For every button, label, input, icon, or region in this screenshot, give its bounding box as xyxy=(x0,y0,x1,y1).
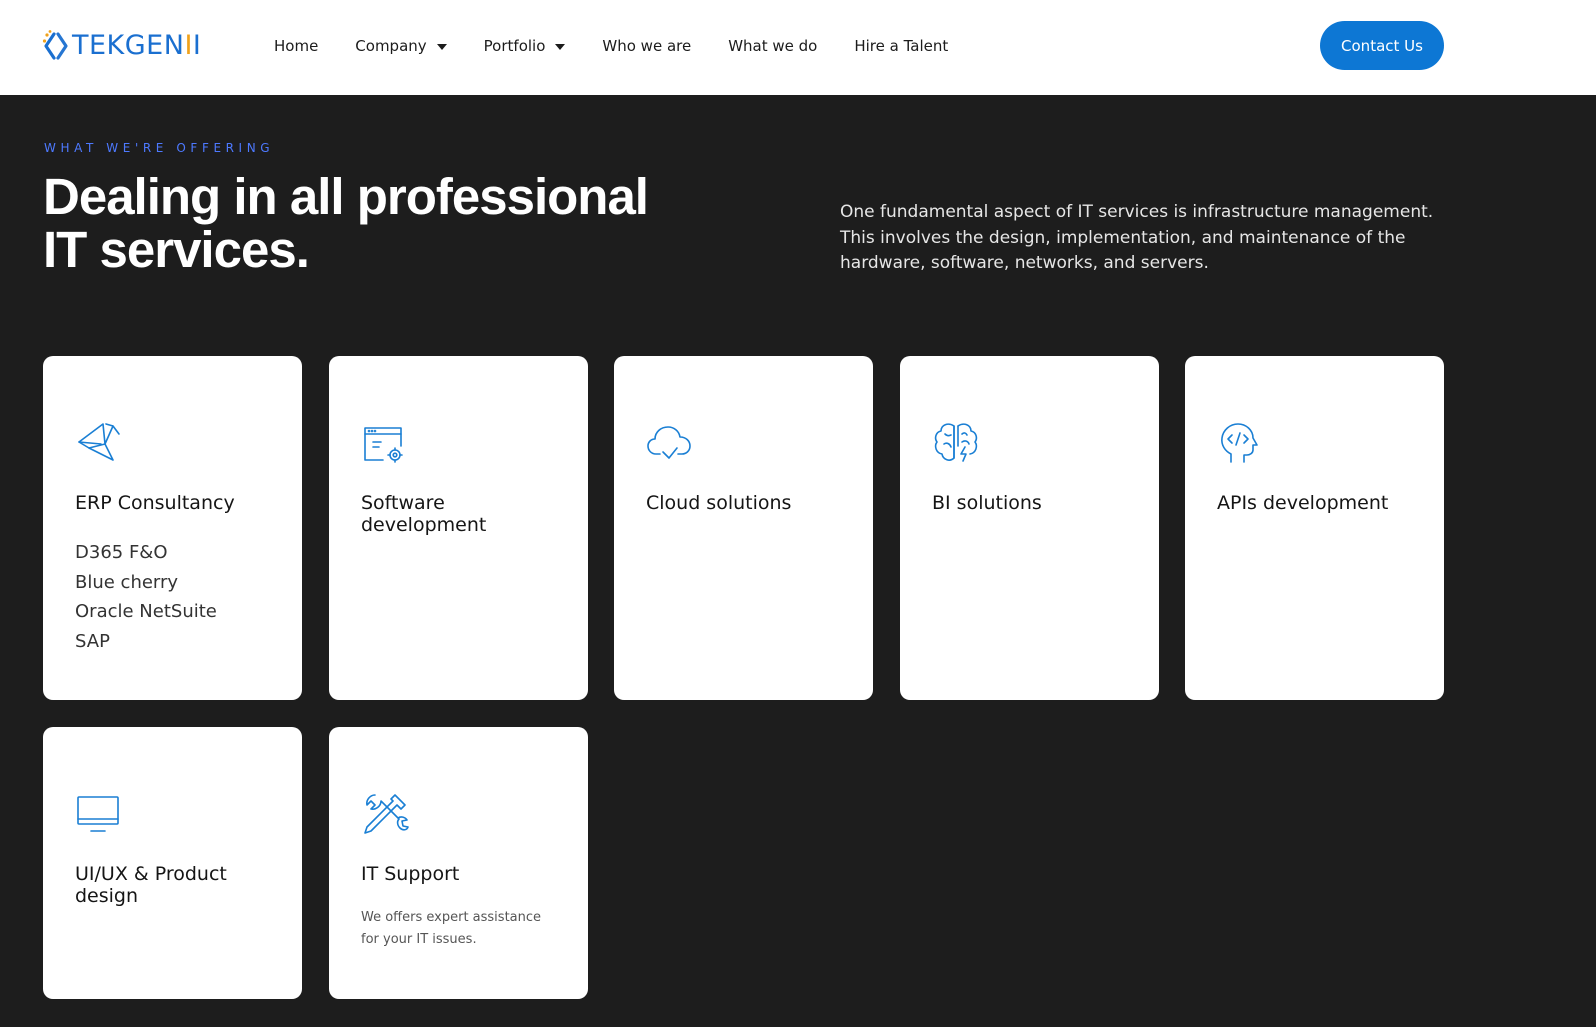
main-nav: Home Company Portfolio Who we are What w… xyxy=(274,34,985,58)
card-title: BI solutions xyxy=(932,492,1042,514)
top-navigation-bar: TEKGENII Home Company Portfolio Who we a… xyxy=(0,0,1596,95)
card-title: UI/UX & Product design xyxy=(75,863,227,907)
tekgenii-logo[interactable]: TEKGENII xyxy=(42,26,201,66)
service-card-bi-solutions[interactable]: BI solutions xyxy=(900,356,1159,700)
contact-us-button[interactable]: Contact Us xyxy=(1320,21,1444,70)
list-item: SAP xyxy=(75,630,110,652)
browser-gear-icon xyxy=(361,420,409,466)
list-item: D365 F&O xyxy=(75,542,168,563)
nav-hire-a-talent[interactable]: Hire a Talent xyxy=(854,34,948,58)
list-item: Blue cherry xyxy=(75,571,179,593)
erp-network-icon xyxy=(75,420,123,466)
nav-company-dropdown[interactable]: Company xyxy=(355,34,447,58)
nav-who-we-are[interactable]: Who we are xyxy=(602,34,691,58)
card-title: Cloud solutions xyxy=(646,492,792,514)
brain-bolt-icon xyxy=(932,420,980,466)
head-code-icon xyxy=(1217,420,1265,466)
service-card-software-development[interactable]: Software development xyxy=(329,356,588,700)
card-description: We offers expert assistance for your IT … xyxy=(361,910,542,947)
monitor-icon xyxy=(75,791,123,837)
logo-wordmark: TEKGENII xyxy=(72,30,202,61)
nav-what-we-do[interactable]: What we do xyxy=(728,34,817,58)
card-title: ERP Consultancy xyxy=(75,492,235,514)
caret-down-icon xyxy=(436,43,447,50)
card-title: IT Support xyxy=(361,863,460,885)
caret-down-icon xyxy=(555,43,566,50)
service-card-ui-ux-product-design[interactable]: UI/UX & Product design xyxy=(43,727,302,999)
card-title: Software development xyxy=(361,492,487,536)
nav-home[interactable]: Home xyxy=(274,34,318,58)
section-intro: One fundamental aspect of IT services is… xyxy=(840,202,1434,273)
section-headline: Dealing in all professional IT services. xyxy=(43,168,649,278)
service-card-erp-consultancy[interactable]: ERP Consultancy D365 F&O Blue cherry Ora… xyxy=(43,356,302,700)
logo-mark-icon xyxy=(42,30,68,60)
list-item: Oracle NetSuite xyxy=(75,601,217,622)
tools-icon xyxy=(361,791,409,837)
nav-portfolio-dropdown[interactable]: Portfolio xyxy=(484,34,566,58)
section-eyebrow: What we're offering xyxy=(44,141,275,155)
service-card-cloud-solutions[interactable]: Cloud solutions xyxy=(614,356,873,700)
cloud-check-icon xyxy=(646,420,694,466)
service-card-apis-development[interactable]: APIs development xyxy=(1185,356,1444,700)
card-title: APIs development xyxy=(1217,492,1389,514)
service-card-it-support[interactable]: IT Support We offers expert assistance f… xyxy=(329,727,588,999)
erp-platform-list: D365 F&O Blue cherry Oracle NetSuite SAP xyxy=(75,538,217,656)
